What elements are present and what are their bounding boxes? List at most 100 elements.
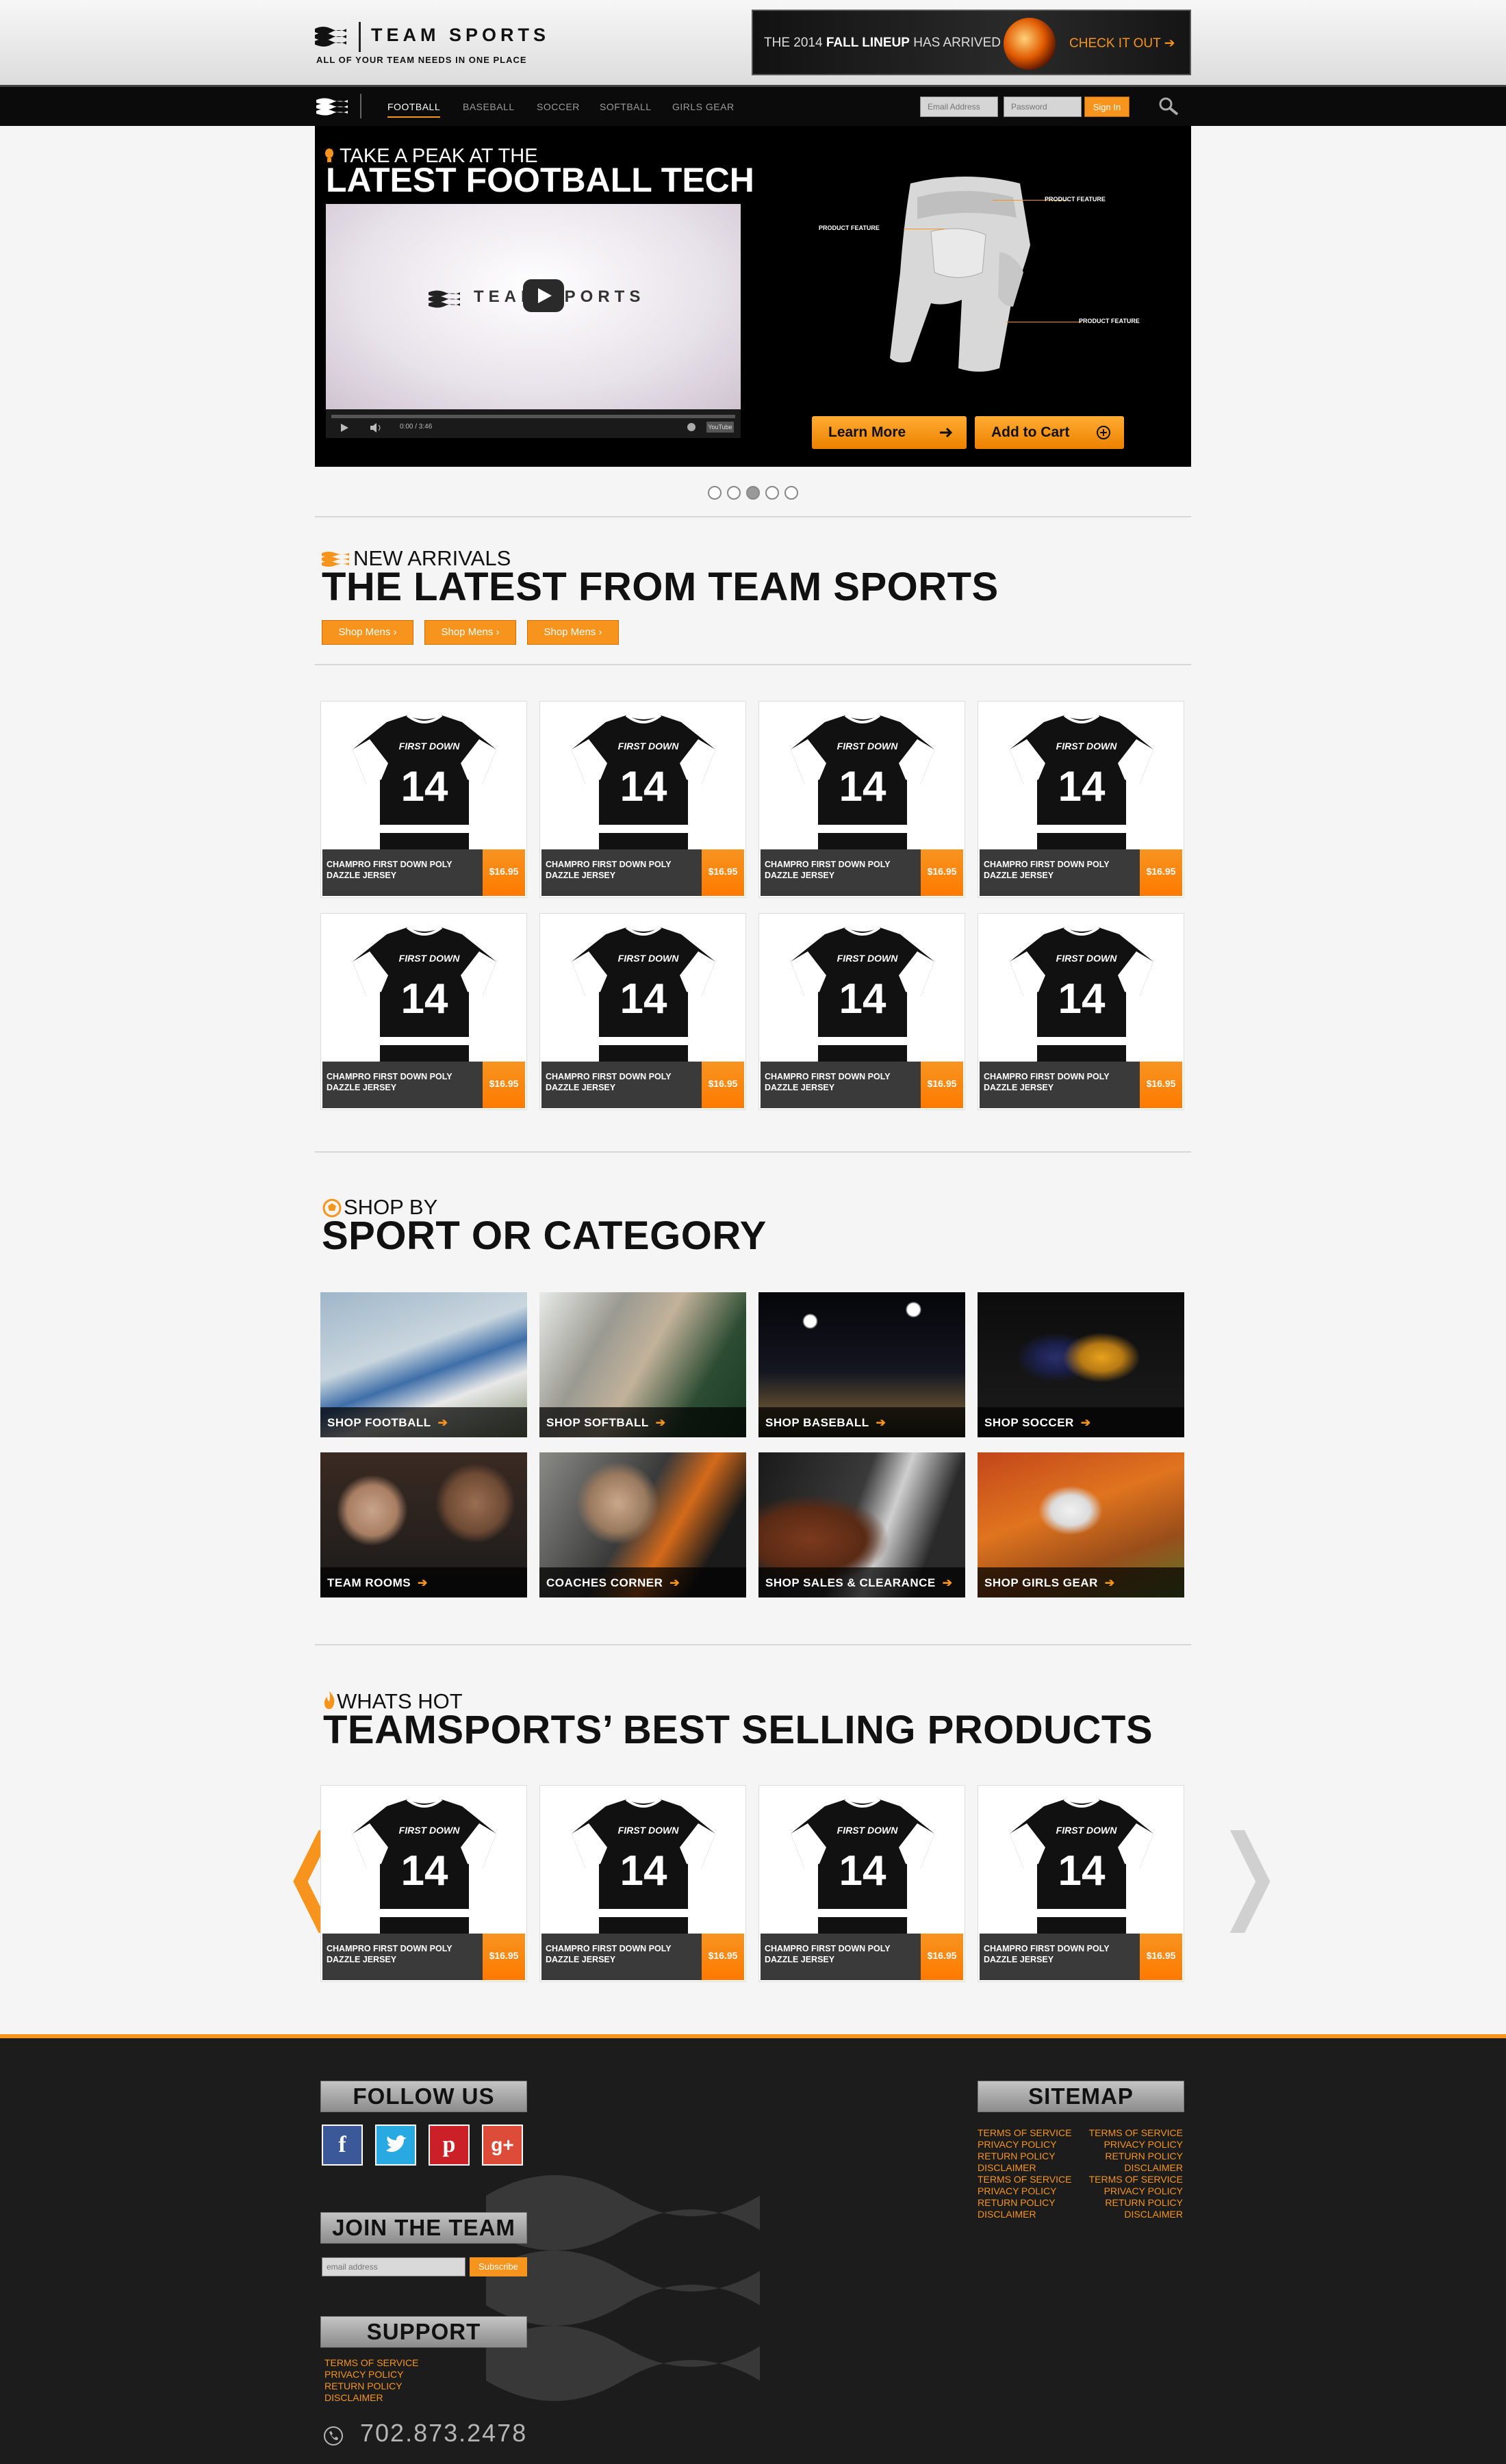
jersey-image[interactable]: FIRST DOWN 14 (558, 921, 729, 1062)
fall-lineup-promo-banner[interactable]: THE 2014 FALL LINEUP HAS ARRIVED CHECK I… (752, 10, 1191, 75)
shop-mens-button[interactable]: Shop Mens › (424, 620, 516, 645)
play-icon[interactable] (523, 279, 564, 312)
jersey-image[interactable]: FIRST DOWN 14 (558, 1793, 729, 1934)
sitemap-link[interactable]: DISCLAIMER (978, 2162, 1071, 2174)
support-link[interactable]: DISCLAIMER (324, 2392, 418, 2404)
facebook-icon[interactable]: f (322, 2125, 363, 2166)
category-tile[interactable]: SHOP FOOTBALL ➔ (320, 1292, 527, 1437)
video-player[interactable]: TEAM SPORTS (326, 204, 741, 409)
category-label[interactable]: SHOP BASEBALL ➔ (765, 1416, 886, 1430)
category-label[interactable]: SHOP SALES & CLEARANCE ➔ (765, 1576, 952, 1590)
support-link[interactable]: RETURN POLICY (324, 2380, 418, 2392)
product-name[interactable]: CHAMPRO FIRST DOWN POLY DAZZLE JERSEY (765, 859, 918, 881)
sitemap-link[interactable]: PRIVACY POLICY (1083, 2139, 1183, 2151)
support-link[interactable]: TERMS OF SERVICE (324, 2357, 418, 2369)
add-to-cart-button[interactable]: Add to Cart (975, 416, 1124, 449)
sitemap-link[interactable]: DISCLAIMER (1083, 2209, 1183, 2220)
carousel-dot[interactable] (765, 486, 779, 500)
product-name[interactable]: CHAMPRO FIRST DOWN POLY DAZZLE JERSEY (984, 1071, 1137, 1093)
category-tile[interactable]: SHOP SOFTBALL ➔ (539, 1292, 746, 1437)
category-label[interactable]: SHOP GIRLS GEAR ➔ (984, 1576, 1115, 1590)
sitemap-link[interactable]: RETURN POLICY (978, 2197, 1071, 2209)
product-card[interactable]: FIRST DOWN 14 CHAMPRO FIRST DOWN POLY DAZZ… (539, 913, 746, 1110)
category-label[interactable]: COACHES CORNER ➔ (546, 1576, 680, 1590)
sitemap-link[interactable]: TERMS OF SERVICE (1083, 2127, 1183, 2139)
category-tile[interactable]: SHOP BASEBALL ➔ (758, 1292, 965, 1437)
volume-icon[interactable] (370, 423, 382, 433)
sitemap-link[interactable]: RETURN POLICY (978, 2151, 1071, 2162)
product-card[interactable]: FIRST DOWN 14 CHAMPRO FIRST DOWN POLY DAZZ… (978, 1785, 1184, 1982)
check-it-out-link[interactable]: CHECK IT OUT ➔ (1069, 36, 1175, 51)
twitter-icon[interactable] (375, 2125, 416, 2166)
product-name[interactable]: CHAMPRO FIRST DOWN POLY DAZZLE JERSEY (765, 1943, 918, 1965)
email-input[interactable] (920, 97, 998, 117)
nav-item-girls-gear[interactable]: GIRLS GEAR (672, 101, 735, 112)
sitemap-link[interactable]: TERMS OF SERVICE (978, 2174, 1071, 2185)
search-icon[interactable] (1157, 95, 1180, 118)
product-card[interactable]: FIRST DOWN 14 CHAMPRO FIRST DOWN POLY DAZZ… (539, 1785, 746, 1982)
sitemap-link[interactable]: PRIVACY POLICY (1083, 2185, 1183, 2197)
google-plus-icon[interactable]: g+ (482, 2125, 523, 2166)
category-label[interactable]: SHOP SOFTBALL ➔ (546, 1416, 666, 1430)
sitemap-link[interactable]: PRIVACY POLICY (978, 2139, 1071, 2151)
jersey-image[interactable]: FIRST DOWN 14 (339, 708, 510, 849)
product-card[interactable]: FIRST DOWN 14 CHAMPRO FIRST DOWN POLY DAZZ… (320, 913, 527, 1110)
sitemap-link[interactable]: PRIVACY POLICY (978, 2185, 1071, 2197)
jersey-image[interactable]: FIRST DOWN 14 (996, 921, 1167, 1062)
product-card[interactable]: FIRST DOWN 14 CHAMPRO FIRST DOWN POLY DAZZ… (758, 1785, 965, 1982)
category-tile[interactable]: SHOP SALES & CLEARANCE ➔ (758, 1452, 965, 1597)
carousel-dot[interactable] (784, 486, 798, 500)
product-name[interactable]: CHAMPRO FIRST DOWN POLY DAZZLE JERSEY (327, 1943, 480, 1965)
jersey-image[interactable]: FIRST DOWN 14 (777, 921, 948, 1062)
jersey-image[interactable]: FIRST DOWN 14 (996, 1793, 1167, 1934)
sitemap-link[interactable]: TERMS OF SERVICE (978, 2127, 1071, 2139)
product-name[interactable]: CHAMPRO FIRST DOWN POLY DAZZLE JERSEY (546, 1943, 699, 1965)
nav-item-football[interactable]: FOOTBALL (387, 101, 441, 118)
product-name[interactable]: CHAMPRO FIRST DOWN POLY DAZZLE JERSEY (546, 859, 699, 881)
shop-mens-button[interactable]: Shop Mens › (527, 620, 619, 645)
newsletter-email-input[interactable] (322, 2257, 465, 2276)
logo-text[interactable]: TEAM SPORTS (371, 25, 550, 46)
youtube-logo[interactable]: YouTube (706, 422, 734, 433)
sitemap-link[interactable]: RETURN POLICY (1083, 2197, 1183, 2209)
category-label[interactable]: SHOP SOCCER ➔ (984, 1416, 1091, 1430)
jersey-image[interactable]: FIRST DOWN 14 (339, 921, 510, 1062)
product-name[interactable]: CHAMPRO FIRST DOWN POLY DAZZLE JERSEY (546, 1071, 699, 1093)
nav-logo-icon[interactable] (315, 97, 349, 117)
sitemap-link[interactable]: DISCLAIMER (978, 2209, 1071, 2220)
support-link[interactable]: PRIVACY POLICY (324, 2369, 418, 2380)
shop-mens-button[interactable]: Shop Mens › (322, 620, 413, 645)
play-small-icon[interactable] (340, 423, 349, 433)
carousel-dot-active[interactable] (746, 486, 760, 500)
video-progress-bar[interactable] (331, 415, 735, 418)
category-tile[interactable]: COACHES CORNER ➔ (539, 1452, 746, 1597)
carousel-dot[interactable] (708, 486, 722, 500)
category-tile[interactable]: TEAM ROOMS ➔ (320, 1452, 527, 1597)
sign-in-button[interactable]: Sign In (1084, 97, 1130, 117)
carousel-next-arrow[interactable]: ❭ (1206, 1814, 1292, 1933)
category-label[interactable]: SHOP FOOTBALL ➔ (327, 1416, 448, 1430)
product-card[interactable]: FIRST DOWN 14 CHAMPRO FIRST DOWN POLY DAZZ… (320, 701, 527, 898)
learn-more-button[interactable]: Learn More (812, 416, 967, 449)
product-card[interactable]: FIRST DOWN 14 CHAMPRO FIRST DOWN POLY DAZZ… (978, 913, 1184, 1110)
product-card[interactable]: FIRST DOWN 14 CHAMPRO FIRST DOWN POLY DAZZ… (539, 701, 746, 898)
category-label[interactable]: TEAM ROOMS ➔ (327, 1576, 428, 1590)
product-name[interactable]: CHAMPRO FIRST DOWN POLY DAZZLE JERSEY (327, 859, 480, 881)
phone-number[interactable]: 702.873.2478 (360, 2419, 527, 2448)
sitemap-link[interactable]: RETURN POLICY (1083, 2151, 1183, 2162)
jersey-image[interactable]: FIRST DOWN 14 (777, 708, 948, 849)
subscribe-button[interactable]: Subscribe (470, 2257, 527, 2276)
product-card[interactable]: FIRST DOWN 14 CHAMPRO FIRST DOWN POLY DAZZ… (758, 701, 965, 898)
product-name[interactable]: CHAMPRO FIRST DOWN POLY DAZZLE JERSEY (984, 859, 1137, 881)
nav-item-baseball[interactable]: BASEBALL (463, 101, 515, 112)
product-card[interactable]: FIRST DOWN 14 CHAMPRO FIRST DOWN POLY DAZZ… (758, 913, 965, 1110)
sitemap-link[interactable]: DISCLAIMER (1083, 2162, 1183, 2174)
product-name[interactable]: CHAMPRO FIRST DOWN POLY DAZZLE JERSEY (765, 1071, 918, 1093)
category-tile[interactable]: SHOP SOCCER ➔ (978, 1292, 1184, 1437)
jersey-image[interactable]: FIRST DOWN 14 (339, 1793, 510, 1934)
password-input[interactable] (1004, 97, 1082, 117)
product-card[interactable]: FIRST DOWN 14 CHAMPRO FIRST DOWN POLY DAZZ… (320, 1785, 527, 1982)
settings-icon[interactable] (687, 423, 695, 431)
team-sports-logo-icon[interactable] (314, 25, 348, 48)
carousel-dot[interactable] (727, 486, 741, 500)
